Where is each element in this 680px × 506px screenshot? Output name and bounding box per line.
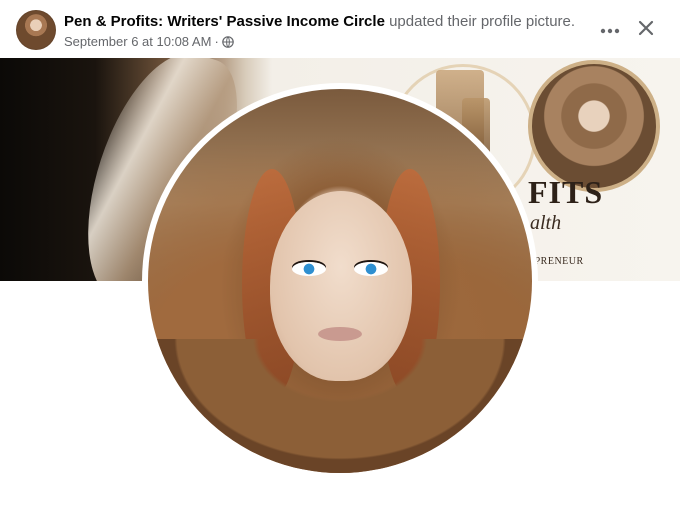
profile-picture[interactable] (148, 89, 532, 473)
close-icon (637, 19, 655, 42)
more-options-button[interactable] (596, 16, 624, 44)
post-meta: September 6 at 10:08 AM · (64, 34, 234, 49)
more-horizontal-icon (600, 21, 620, 39)
post-timestamp[interactable]: September 6 at 10:08 AM (64, 34, 211, 49)
close-button[interactable] (632, 16, 660, 44)
meta-separator: · (214, 34, 219, 49)
page-avatar[interactable] (16, 10, 56, 50)
post-header: Pen & Profits: Writers' Passive Income C… (0, 0, 680, 58)
profile-photo-eye (292, 262, 326, 276)
profile-photo-fur-collar (148, 339, 532, 473)
globe-icon[interactable] (221, 35, 234, 48)
cover-headline-text: FITS (528, 174, 604, 210)
cover-portrait-image (528, 60, 660, 192)
post-title-line: Pen & Profits: Writers' Passive Income C… (64, 13, 575, 30)
profile-photo-eye (354, 262, 388, 276)
cover-script-text: alth (530, 212, 562, 234)
page-name-link[interactable]: Pen & Profits: Writers' Passive Income C… (64, 13, 385, 30)
post-action-text: updated their profile picture. (389, 13, 576, 30)
